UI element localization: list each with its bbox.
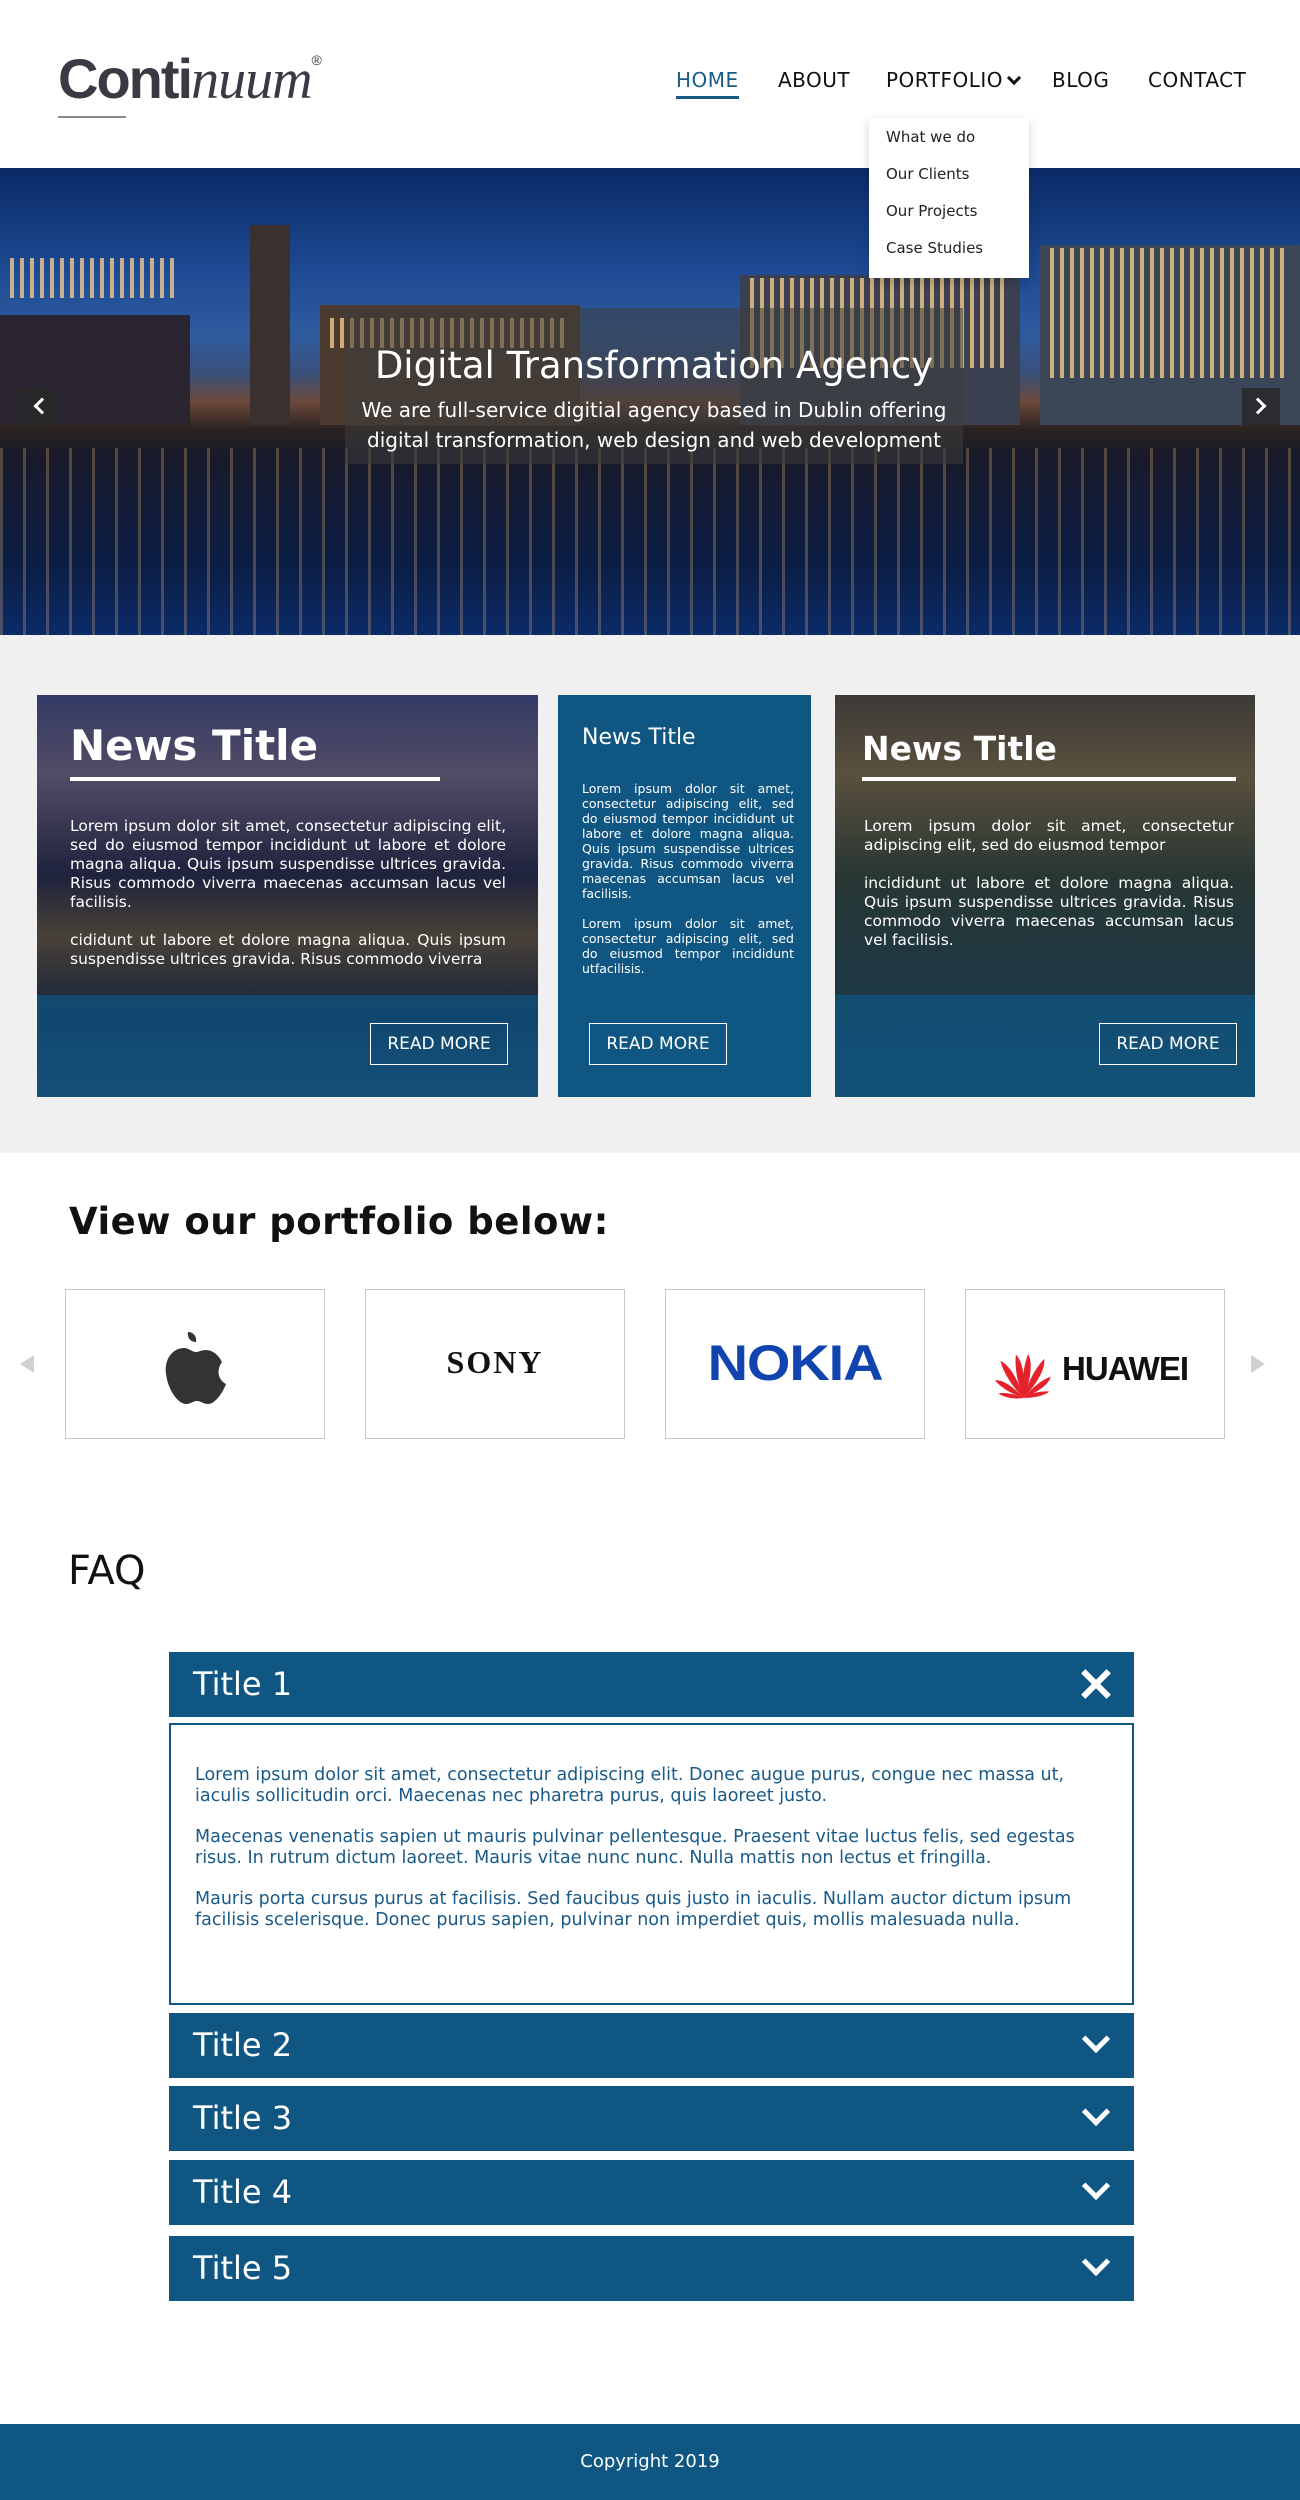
hero-subtitle-line: We are full-service digitial agency base… <box>361 398 947 422</box>
news-card-text: Lorem ipsum dolor sit amet, consectetur … <box>864 817 1234 969</box>
faq-item-label: Title 4 <box>193 2173 293 2211</box>
dropdown-item-case-studies[interactable]: Case Studies <box>869 233 1029 270</box>
hero-title: Digital Transformation Agency <box>374 344 934 387</box>
read-more-button[interactable]: READ MORE <box>1099 1023 1237 1065</box>
site-header: Continuum® HOME ABOUT PORTFOLIO BLOG CON… <box>0 0 1300 278</box>
nav-contact[interactable]: CONTACT <box>1148 68 1246 92</box>
nav-portfolio-label: PORTFOLIO <box>886 68 1003 92</box>
huawei-logo: HUAWEI <box>1062 1350 1189 1387</box>
dropdown-item-what-we-do[interactable]: What we do <box>869 122 1029 159</box>
chevron-down-icon <box>1081 2171 1111 2201</box>
dropdown-item-our-projects[interactable]: Our Projects <box>869 196 1029 233</box>
faq-item-title-1[interactable]: Title 1 <box>169 1652 1134 1717</box>
huawei-petals-icon <box>995 1354 1051 1399</box>
client-logo-huawei[interactable]: HUAWEI <box>965 1289 1225 1439</box>
hero-subtitle-line: digital transformation, web design and w… <box>367 428 941 452</box>
news-card: News Title Lorem ipsum dolor sit amet, c… <box>835 695 1255 1097</box>
news-section: News Title Lorem ipsum dolor sit amet, c… <box>0 635 1300 1153</box>
slider-next-button[interactable] <box>1242 388 1280 426</box>
hero-water-reflection <box>0 448 1300 635</box>
close-icon[interactable] <box>1080 1668 1112 1700</box>
nav-blog[interactable]: BLOG <box>1052 68 1109 92</box>
news-card-text: Lorem ipsum dolor sit amet, consectetur … <box>582 781 794 991</box>
faq-item-title-3[interactable]: Title 3 <box>169 2086 1134 2151</box>
news-card-paragraph: incididunt ut labore et dolore magna ali… <box>864 874 1234 949</box>
nav-portfolio[interactable]: PORTFOLIO <box>886 68 1022 92</box>
dropdown-item-our-clients[interactable]: Our Clients <box>869 159 1029 196</box>
faq-item-body: Lorem ipsum dolor sit amet, consectetur … <box>169 1723 1134 2005</box>
news-card-title: News Title <box>70 721 319 770</box>
portfolio-dropdown: What we do Our Clients Our Projects Case… <box>869 118 1029 278</box>
news-card-paragraph: Lorem ipsum dolor sit amet, consectetur … <box>582 781 794 901</box>
chevron-right-icon <box>1249 397 1267 415</box>
news-card: News Title Lorem ipsum dolor sit amet, c… <box>37 695 538 1097</box>
client-logo-apple[interactable] <box>65 1289 325 1439</box>
client-logo-sony[interactable]: SONY <box>365 1289 625 1439</box>
title-underline <box>862 777 1236 781</box>
chevron-down-icon <box>1081 2247 1111 2277</box>
slider-prev-button[interactable] <box>20 388 58 426</box>
chevron-down-icon <box>1081 2097 1111 2127</box>
hero-windows <box>10 258 180 298</box>
faq-item-title-4[interactable]: Title 4 <box>169 2160 1134 2225</box>
hero-subtitle: We are full-service digitial agency base… <box>345 395 963 455</box>
faq-item-label: Title 1 <box>193 1665 293 1703</box>
news-card-title: News Title <box>862 729 1057 768</box>
hero-church-spire <box>250 225 290 425</box>
hero-caption: Digital Transformation Agency We are ful… <box>345 308 963 464</box>
read-more-button[interactable]: READ MORE <box>370 1023 508 1065</box>
news-card-text: Lorem ipsum dolor sit amet, consectetur … <box>70 817 506 988</box>
news-card-paragraph: Lorem ipsum dolor sit amet, consectetur … <box>864 817 1234 854</box>
carousel-next-icon[interactable] <box>1251 1355 1265 1373</box>
faq-paragraph: Lorem ipsum dolor sit amet, consectetur … <box>195 1765 1065 1806</box>
site-footer: Copyright 2019 <box>0 2424 1300 2500</box>
chevron-down-icon <box>1006 70 1022 86</box>
news-card: News Title Lorem ipsum dolor sit amet, c… <box>558 695 811 1097</box>
carousel-prev-icon[interactable] <box>20 1355 34 1373</box>
news-card-title: News Title <box>582 725 696 750</box>
faq-item-label: Title 5 <box>193 2249 293 2287</box>
apple-logo-icon <box>165 1332 226 1404</box>
nav-home[interactable]: HOME <box>676 68 739 99</box>
faq-item-label: Title 2 <box>193 2026 293 2064</box>
faq-item-label: Title 3 <box>193 2099 293 2137</box>
logo-underline <box>58 116 126 118</box>
read-more-button[interactable]: READ MORE <box>589 1023 727 1065</box>
registered-mark: ® <box>311 52 322 68</box>
page: Continuum® HOME ABOUT PORTFOLIO BLOG CON… <box>0 0 1300 2500</box>
logo-text: Conti <box>58 47 193 110</box>
site-logo[interactable]: Continuum® <box>58 46 322 112</box>
news-card-paragraph: Lorem ipsum dolor sit amet, consectetur … <box>582 916 794 976</box>
nav-about[interactable]: ABOUT <box>778 68 850 92</box>
logo-text-italic: nuum <box>191 49 312 111</box>
faq-item-title-2[interactable]: Title 2 <box>169 2013 1134 2078</box>
client-logo-nokia[interactable]: NOKIA <box>665 1289 925 1439</box>
hero-slider: Digital Transformation Agency We are ful… <box>0 168 1300 635</box>
chevron-down-icon <box>1081 2024 1111 2054</box>
nokia-logo: NOKIA <box>707 1335 884 1391</box>
title-underline <box>70 777 440 781</box>
faq-paragraph: Mauris porta cursus purus at facilisis. … <box>195 1889 1072 1930</box>
portfolio-heading: View our portfolio below: <box>69 1200 609 1243</box>
faq-item-title-5[interactable]: Title 5 <box>169 2236 1134 2301</box>
hero-windows <box>1050 248 1290 378</box>
copyright-text: Copyright 2019 <box>580 2451 720 2472</box>
news-card-paragraph: Lorem ipsum dolor sit amet, consectetur … <box>70 817 506 911</box>
news-card-paragraph: cididunt ut labore et dolore magna aliqu… <box>70 931 506 968</box>
faq-paragraph: Maecenas venenatis sapien ut mauris pulv… <box>195 1827 1075 1868</box>
chevron-left-icon <box>33 397 51 415</box>
faq-heading: FAQ <box>68 1548 146 1594</box>
sony-logo: SONY <box>446 1344 544 1380</box>
